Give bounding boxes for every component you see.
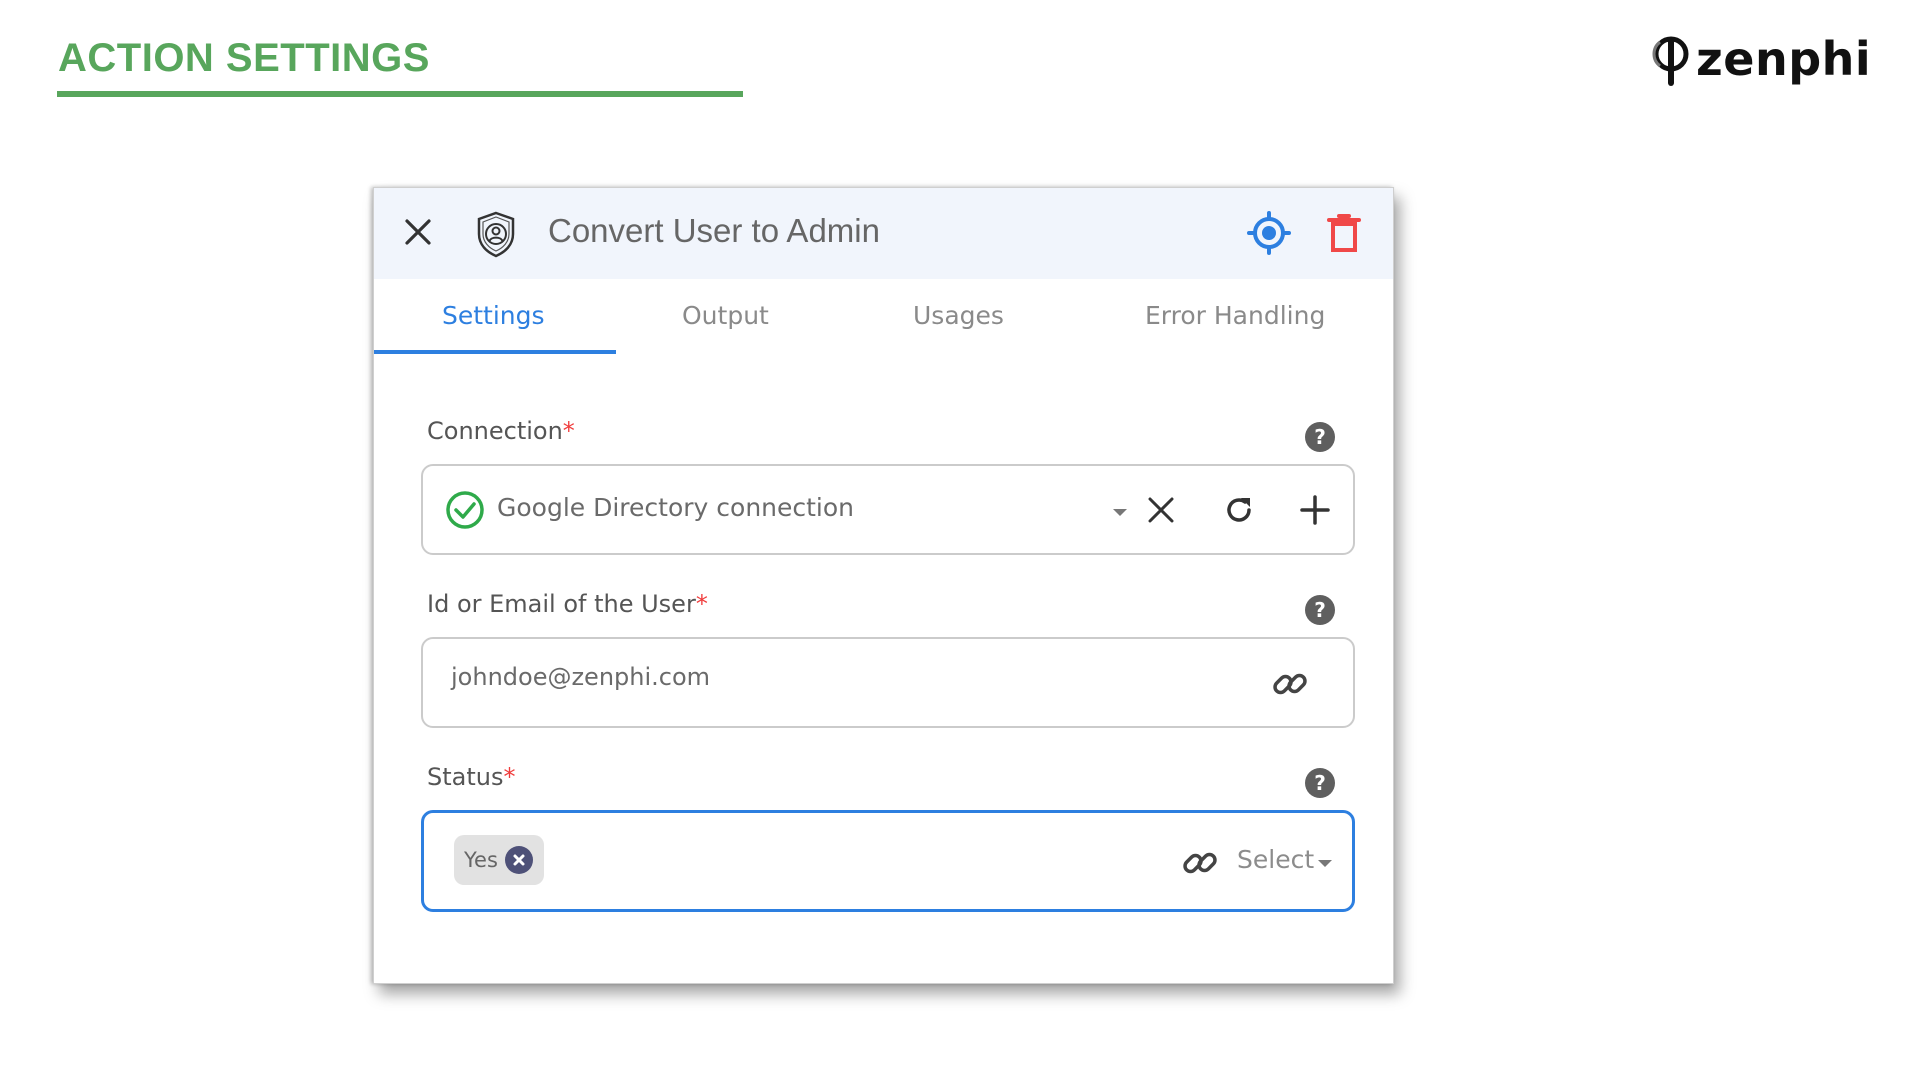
user-label: Id or Email of the User* xyxy=(427,590,708,618)
brand-name: zenphi xyxy=(1696,32,1872,86)
action-title: Convert User to Admin xyxy=(548,212,880,249)
selected-chip: Yes xyxy=(454,835,544,885)
required-mark: * xyxy=(695,590,708,618)
trash-icon[interactable] xyxy=(1326,213,1362,253)
chevron-down-icon[interactable] xyxy=(1316,857,1334,869)
user-email-input[interactable]: johndoe@zenphi.com xyxy=(421,637,1355,728)
add-icon[interactable] xyxy=(1297,492,1333,528)
chevron-down-icon[interactable] xyxy=(1111,506,1129,518)
chip-label: Yes xyxy=(464,848,498,872)
status-label-text: Status xyxy=(427,763,504,791)
help-icon[interactable]: ? xyxy=(1304,767,1336,799)
svg-text:?: ? xyxy=(1314,598,1326,622)
refresh-icon[interactable] xyxy=(1221,492,1257,528)
user-label-text: Id or Email of the User xyxy=(427,590,696,618)
help-icon[interactable]: ? xyxy=(1304,594,1336,626)
connection-select[interactable]: Google Directory connection xyxy=(421,464,1355,555)
status-label: Status* xyxy=(427,763,515,791)
help-icon[interactable]: ? xyxy=(1304,421,1336,453)
tab-error-handling[interactable]: Error Handling xyxy=(1145,301,1325,330)
tab-bar: Settings Output Usages Error Handling xyxy=(374,279,1393,355)
connection-label-text: Connection xyxy=(427,417,563,445)
check-circle-icon xyxy=(446,491,484,529)
required-mark: * xyxy=(562,417,575,445)
svg-text:?: ? xyxy=(1314,425,1326,449)
connection-value: Google Directory connection xyxy=(497,493,855,522)
required-mark: * xyxy=(503,763,516,791)
title-underline xyxy=(57,91,743,97)
user-email-value: johndoe@zenphi.com xyxy=(451,663,711,691)
action-settings-panel: Convert User to Admin Settings Output Us… xyxy=(373,187,1394,984)
link-icon[interactable] xyxy=(1271,665,1309,703)
zenphi-logo-icon xyxy=(1652,36,1689,86)
remove-chip-icon[interactable] xyxy=(504,845,534,875)
clear-icon[interactable] xyxy=(1145,494,1177,526)
svg-text:?: ? xyxy=(1314,771,1326,795)
brand-logo: zenphi xyxy=(1652,32,1872,90)
target-icon[interactable] xyxy=(1246,210,1292,256)
slide-title: ACTION SETTINGS xyxy=(58,36,430,80)
shield-user-icon xyxy=(477,211,515,258)
status-select[interactable]: Yes Select xyxy=(421,810,1355,912)
tab-output[interactable]: Output xyxy=(682,301,769,330)
tab-settings[interactable]: Settings xyxy=(442,301,545,330)
active-tab-indicator xyxy=(374,350,616,354)
close-icon[interactable] xyxy=(402,216,434,248)
panel-header: Convert User to Admin xyxy=(374,188,1393,279)
connection-label: Connection* xyxy=(427,417,575,445)
select-placeholder[interactable]: Select xyxy=(1237,845,1314,874)
link-icon[interactable] xyxy=(1181,844,1219,882)
tab-usages[interactable]: Usages xyxy=(913,301,1004,330)
